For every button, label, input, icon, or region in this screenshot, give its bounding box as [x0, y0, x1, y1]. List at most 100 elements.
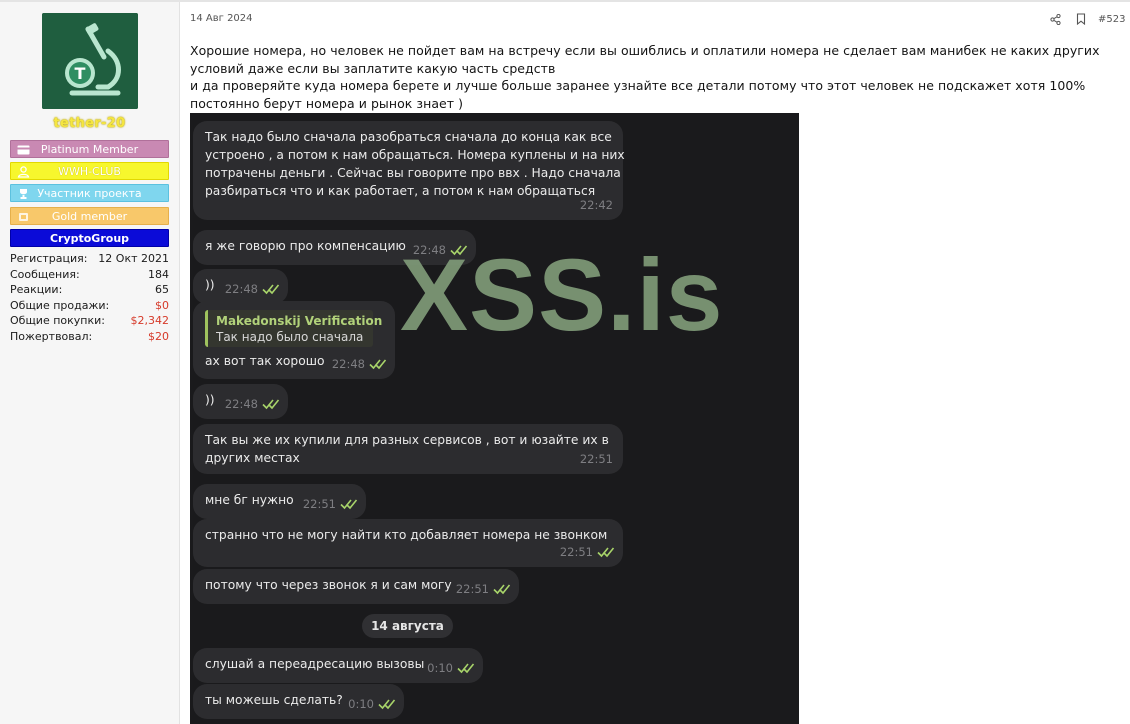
- message-time: 22:48: [224, 397, 258, 411]
- watermark: XSS.is: [400, 238, 724, 352]
- microscope-icon: T: [42, 13, 138, 109]
- stat-donated: Пожертвовал: $20: [10, 329, 169, 345]
- message-meta: 22:48: [332, 355, 387, 373]
- chat-message: слушай а переадресацию вызовы 0:10: [193, 648, 483, 683]
- stat-messages: Сообщения: 184: [10, 267, 169, 283]
- banner-label: Platinum Member: [40, 143, 139, 156]
- post-body: Хорошие номера, но человек не пойдет вам…: [190, 42, 1125, 112]
- message-time: 22:42: [579, 198, 613, 212]
- post-actions: #523: [1042, 11, 1130, 27]
- card-icon: [17, 145, 30, 155]
- message-time: 0:10: [427, 661, 453, 675]
- stat-value: 12 Окт 2021: [98, 252, 169, 265]
- read-checkmarks-icon: [378, 699, 396, 710]
- message-meta: 22:51: [560, 543, 615, 561]
- chat-message: Так надо было сначала разобраться сначал…: [193, 121, 625, 220]
- share-icon: [1049, 13, 1061, 25]
- chat-message: )) 22:48: [193, 384, 288, 419]
- post-line: и да проверяйте куда номера берете и луч…: [190, 78, 1086, 93]
- stat-label: Общие продажи:: [10, 298, 110, 312]
- message-time: 22:51: [455, 582, 489, 596]
- message-meta: 22:42: [580, 196, 613, 214]
- message-time: 22:51: [302, 497, 336, 511]
- message-line: потрачены деньги . Сейчас вы говорите пр…: [205, 166, 621, 180]
- message-time: 0:10: [348, 697, 374, 711]
- share-button[interactable]: [1042, 11, 1068, 27]
- read-checkmarks-icon: [340, 499, 358, 510]
- reply-author: Makedonskij Verification: [216, 314, 383, 328]
- message-meta: 22:51: [456, 580, 511, 598]
- banner-label: WWH-CLUB: [58, 165, 121, 178]
- project-member-banner: Участник проекта: [10, 184, 169, 202]
- banner-label: Участник проекта: [37, 187, 142, 200]
- chat-message-reply: Makedonskij Verification Так надо было с…: [193, 301, 395, 379]
- reply-quote[interactable]: Makedonskij Verification Так надо было с…: [205, 310, 383, 347]
- message-text: странно что не могу найти кто добавляет …: [205, 528, 608, 542]
- stat-value: $0: [155, 298, 169, 312]
- username[interactable]: tether-20: [0, 116, 179, 131]
- gold-member-banner: Gold member: [10, 207, 169, 225]
- stat-label: Сообщения:: [10, 267, 80, 281]
- post-number[interactable]: #523: [1094, 14, 1130, 25]
- stat-value: 65: [155, 283, 169, 296]
- message-line: других местах: [205, 451, 300, 465]
- read-checkmarks-icon: [597, 547, 615, 558]
- post-line: условий даже если вы заплатите какую час…: [190, 60, 556, 76]
- user-sidebar: T tether-20 Platinum Member WWH-CLUB Уча…: [0, 2, 180, 724]
- banner-label: Gold member: [51, 210, 128, 223]
- message-time: 22:51: [579, 452, 613, 466]
- bookmark-button[interactable]: [1068, 11, 1094, 27]
- stat-total-sales: Общие продажи: $0: [10, 298, 169, 314]
- banner-label: CryptoGroup: [49, 232, 130, 245]
- message-meta: 0:10: [427, 659, 475, 677]
- reply-snippet: Так надо было сначала р...: [216, 330, 365, 344]
- stat-label: Пожертвовал:: [10, 329, 93, 343]
- stat-registration: Регистрация: 12 Окт 2021: [10, 251, 169, 267]
- stat-value: $20: [148, 329, 169, 343]
- coins-icon: [19, 213, 28, 221]
- message-time: 22:48: [331, 357, 365, 371]
- stat-reactions: Реакции: 65: [10, 282, 169, 298]
- read-checkmarks-icon: [369, 359, 387, 370]
- chat-message: Так вы же их купили для разных сервисов …: [193, 424, 623, 474]
- stat-total-purchases: Общие покупки: $2,342: [10, 313, 169, 329]
- stat-label: Регистрация:: [10, 252, 88, 265]
- stat-value: $2,342: [130, 314, 170, 327]
- user-icon: [17, 166, 30, 178]
- trophy-icon: [20, 189, 27, 199]
- platinum-member-banner: Platinum Member: [10, 140, 169, 158]
- chat-message: странно что не могу найти кто добавляет …: [193, 519, 623, 567]
- message-text: ах вот так хорошо: [205, 354, 325, 368]
- chat-message: мне бг нужно 22:51: [193, 484, 366, 519]
- stat-label: Реакции:: [10, 283, 63, 296]
- svg-text:T: T: [75, 64, 86, 83]
- message-line: Так вы же их купили для разных сервисов …: [205, 433, 609, 447]
- read-checkmarks-icon: [493, 584, 511, 595]
- stat-value: 184: [148, 267, 169, 281]
- message-meta: 22:51: [303, 495, 358, 513]
- message-meta: 22:48: [225, 280, 280, 298]
- user-stats: Регистрация: 12 Окт 2021 Сообщения: 184 …: [10, 251, 169, 344]
- read-checkmarks-icon: [262, 399, 280, 410]
- message-time: 22:51: [559, 545, 593, 559]
- message-meta: 22:51: [580, 450, 613, 468]
- bookmark-icon: [1076, 13, 1086, 25]
- stat-label: Общие покупки:: [10, 314, 105, 327]
- read-checkmarks-icon: [262, 284, 280, 295]
- post-line: Хорошие номера, но человек не пойдет вам…: [190, 43, 1100, 58]
- chat-message: ты можешь сделать? 0:10: [193, 684, 404, 719]
- post-line: постоянно берут номера и рынок знает ): [190, 95, 464, 111]
- chat-screenshot[interactable]: Так надо было сначала разобраться сначал…: [190, 113, 799, 724]
- message-line: Так надо было сначала разобраться сначал…: [205, 130, 612, 144]
- message-line: разбираться что и как работает, а потом …: [205, 184, 596, 198]
- message-line: устроено , а потом к нам обращаться. Ном…: [205, 148, 625, 162]
- chat-message: потому что через звонок я и сам могу 22:…: [193, 569, 519, 604]
- avatar[interactable]: T: [42, 13, 138, 109]
- read-checkmarks-icon: [457, 663, 475, 674]
- chat-message: )) 22:48: [193, 269, 288, 304]
- cryptogroup-banner: CryptoGroup: [10, 229, 169, 247]
- message-time: 22:48: [224, 282, 258, 296]
- post-date[interactable]: 14 Авг 2024: [190, 13, 253, 24]
- wwh-club-banner: WWH-CLUB: [10, 162, 169, 180]
- message-meta: 22:48: [225, 395, 280, 413]
